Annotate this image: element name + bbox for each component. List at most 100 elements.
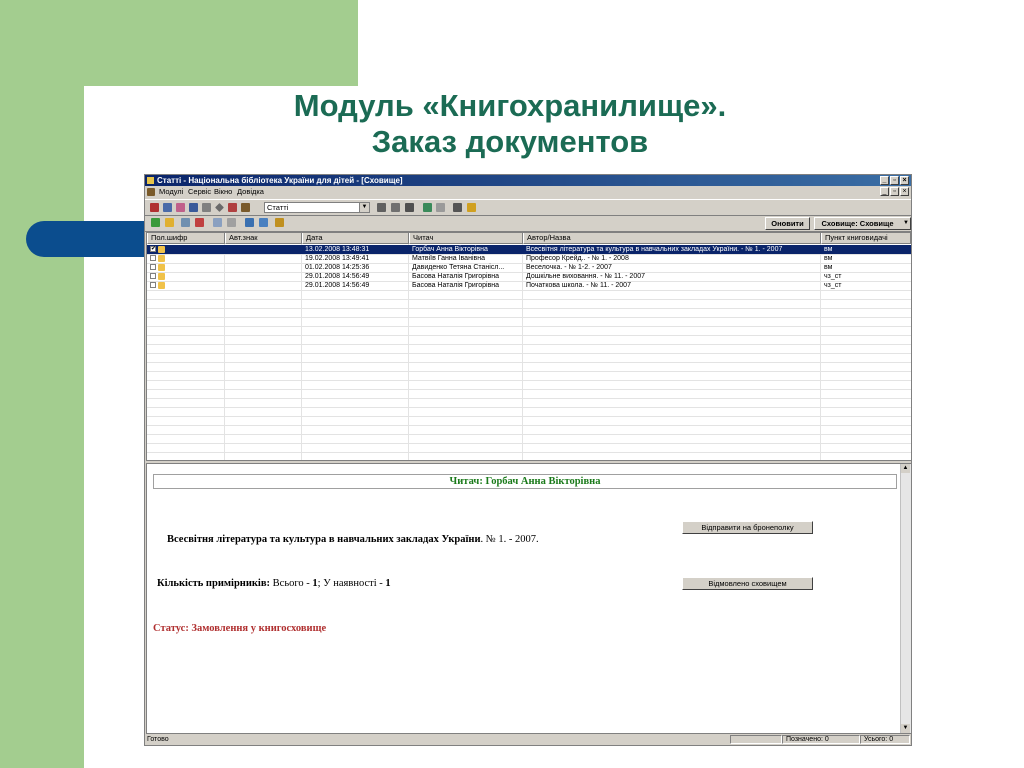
- sort-icon[interactable]: [213, 218, 222, 227]
- col-author-mark[interactable]: Авт.знак: [225, 233, 302, 244]
- grid-line: [147, 317, 911, 318]
- col-author-title[interactable]: Автор/Назва: [523, 233, 821, 244]
- menu-window[interactable]: Вікно: [214, 186, 232, 198]
- grid-line: [147, 326, 911, 327]
- cell-date: 01.02.2008 14:25:36: [305, 264, 370, 271]
- storage-icon[interactable]: [241, 203, 250, 212]
- book-stack-icon[interactable]: [189, 203, 198, 212]
- cell-reader: Басова Наталія Григорівна: [412, 273, 500, 280]
- chart-icon[interactable]: [275, 218, 284, 227]
- diamond-icon[interactable]: [215, 203, 224, 212]
- table-row[interactable]: ✔ 13.02.2008 13:48:31 Горбач Анна Вікторів…: [147, 245, 911, 254]
- table-row[interactable]: 29.01.2008 14:56:49 Басова Наталія Григор…: [147, 272, 911, 281]
- rejected-by-storage-button[interactable]: Відмовлено сховищем: [682, 577, 813, 590]
- col-point[interactable]: Пункт книговидачі: [821, 233, 911, 244]
- table-row[interactable]: 19.02.2008 13:49:41 Матвіїв Ганна Іванівн…: [147, 254, 911, 263]
- cut-icon[interactable]: [181, 218, 190, 227]
- menu-help[interactable]: Довідка: [237, 186, 264, 198]
- journal-icon[interactable]: [176, 203, 185, 212]
- close-icon[interactable]: ×: [900, 176, 909, 185]
- menu-service[interactable]: Сервіс: [188, 186, 211, 198]
- delete-icon[interactable]: [195, 218, 204, 227]
- menu-modules[interactable]: Модулі: [159, 186, 183, 198]
- confirm-icon[interactable]: [151, 218, 160, 227]
- cell-point: вм: [824, 246, 833, 253]
- storage-select[interactable]: Сховище: Сховище ▼: [814, 217, 911, 230]
- child-minimize-icon[interactable]: _: [880, 187, 889, 196]
- row-checkbox[interactable]: [150, 264, 156, 270]
- cell-author-title: Всесвітня література та культура в навча…: [526, 246, 783, 253]
- copies-total-label: Всього -: [270, 578, 313, 589]
- help-icon[interactable]: [467, 203, 476, 212]
- globe-icon[interactable]: [245, 218, 254, 227]
- print-icon[interactable]: [453, 203, 462, 212]
- row-checkbox[interactable]: [150, 255, 156, 261]
- status-total: Усього: 0: [860, 735, 910, 744]
- order-icon: [158, 264, 165, 271]
- tree-icon[interactable]: [423, 203, 432, 212]
- cell-reader: Басова Наталія Григорівна: [412, 282, 500, 289]
- cell-point: чз_ст: [824, 282, 842, 289]
- copies-available: 1: [385, 578, 391, 589]
- cell-shelf-code: [147, 281, 225, 290]
- grid-line: [147, 389, 911, 390]
- grid-line: [147, 407, 911, 408]
- chevron-down-icon[interactable]: ▼: [359, 203, 369, 212]
- catalog-icon[interactable]: [163, 203, 172, 212]
- scroll-up-icon[interactable]: ▲: [901, 464, 910, 473]
- status-ready: Готово: [147, 736, 169, 743]
- row-checkbox[interactable]: ✔: [150, 246, 156, 252]
- child-restore-icon[interactable]: ▫: [890, 187, 899, 196]
- grid-line: [147, 434, 911, 435]
- grid-header: Пол.шифр Авт.знак Дата Читач Автор/Назва…: [147, 233, 911, 244]
- minimize-icon[interactable]: _: [880, 176, 889, 185]
- cell-shelf-code: ✔: [147, 245, 225, 254]
- table-row[interactable]: 01.02.2008 14:25:36 Давиденко Тетяна Стан…: [147, 263, 911, 272]
- key-icon[interactable]: [165, 218, 174, 227]
- grid-toolbar: Оновити Сховище: Сховище ▼: [145, 215, 911, 232]
- col-reader[interactable]: Читач: [409, 233, 523, 244]
- traffic-light-icon[interactable]: [405, 203, 414, 212]
- scroll-down-icon[interactable]: ▼: [901, 724, 910, 733]
- grid-line: [147, 443, 911, 444]
- order-icon: [158, 273, 165, 280]
- child-close-icon[interactable]: ×: [900, 187, 909, 196]
- grid-line: [147, 416, 911, 417]
- maximize-icon[interactable]: ▫: [890, 176, 899, 185]
- order-icon: [158, 246, 165, 253]
- document-icon[interactable]: [202, 203, 211, 212]
- col-date[interactable]: Дата: [302, 233, 409, 244]
- chevron-down-icon[interactable]: ▼: [903, 218, 909, 229]
- search-icon[interactable]: [377, 203, 386, 212]
- world-icon[interactable]: [259, 218, 268, 227]
- cell-date: 29.01.2008 14:56:49: [305, 282, 370, 289]
- readers-icon[interactable]: [228, 203, 237, 212]
- detail-scrollbar[interactable]: ▲ ▼: [900, 464, 911, 733]
- window-titlebar[interactable]: Статті - Національна бібліотека України …: [145, 175, 911, 186]
- refresh-button[interactable]: Оновити: [765, 217, 810, 230]
- cell-shelf-code: [147, 272, 225, 281]
- slide-title-line1: Модуль «Книгохранилище».: [293, 88, 727, 123]
- storage-select-label: Сховище: Сховище: [821, 219, 894, 228]
- table-row[interactable]: 29.01.2008 14:56:49 Басова Наталія Григор…: [147, 281, 911, 290]
- table-icon[interactable]: [227, 218, 236, 227]
- order-icon: [158, 282, 165, 289]
- cell-author-title: Веселочка. - № 1-2. - 2007: [526, 264, 612, 271]
- filter-icon[interactable]: [391, 203, 400, 212]
- cell-author-title: Професор Крейд.. - № 1. - 2008: [526, 255, 629, 262]
- document-description: Всесвітня література та культура в навча…: [155, 533, 595, 547]
- database-select[interactable]: Статті ▼: [264, 202, 370, 213]
- books-icon[interactable]: [150, 203, 159, 212]
- app-icon: [147, 177, 154, 184]
- status-empty-panel: [730, 735, 782, 744]
- grid-line: [147, 452, 911, 453]
- row-checkbox[interactable]: [150, 282, 156, 288]
- eye-icon[interactable]: [436, 203, 445, 212]
- send-to-reserve-button[interactable]: Відправити на бронеполку: [682, 521, 813, 534]
- row-checkbox[interactable]: [150, 273, 156, 279]
- main-toolbar: Статті ▼: [145, 199, 911, 216]
- cell-shelf-code: [147, 254, 225, 263]
- cell-author-title: Дошкільне виховання. - № 11. - 2007: [526, 273, 646, 280]
- grid-line: [147, 425, 911, 426]
- col-shelf-code[interactable]: Пол.шифр: [147, 233, 225, 244]
